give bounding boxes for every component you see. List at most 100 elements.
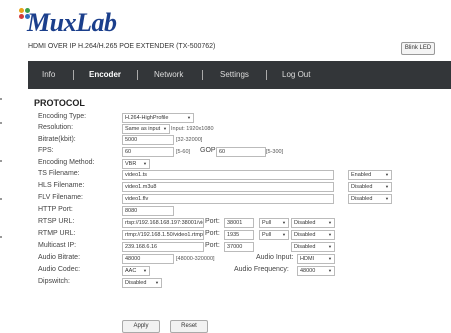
nav-separator [137,70,138,80]
nav-encoder[interactable]: Encoder [89,61,121,89]
chevron-down-icon: ▼ [328,220,332,225]
chevron-down-icon: ▼ [282,220,286,225]
audio-bitrate-label: Audio Bitrate: [38,254,81,261]
bitrate-label: Bitrate(kbit): [38,136,76,143]
ts-filename-input[interactable]: video1.ts [122,170,334,180]
audio-bitrate-range: [48000-320000] [176,256,215,262]
rtmp-url-input[interactable]: rtmp://192.168.1.50/video1.rtmp [122,230,204,240]
chevron-down-icon: ▼ [385,196,389,201]
nav-network[interactable]: Network [154,61,183,89]
rtmp-port-label: Port: [205,230,220,237]
rtmp-status-value: Disabled [294,232,316,238]
ts-status-select[interactable]: Enabled ▼ [348,170,392,180]
fps-input[interactable]: 60 [122,147,174,157]
resolution-label: Resolution: [38,124,74,131]
audio-input-label: Audio Input: [256,254,294,261]
ts-filename-label: TS Filename: [38,170,80,177]
hls-filename-input[interactable]: video1.m3u8 [122,182,334,192]
chevron-down-icon: ▼ [328,256,332,261]
section-title: PROTOCOL [34,98,85,108]
nav-settings[interactable]: Settings [220,61,249,89]
flv-filename-label: FLV Filename: [38,194,83,201]
dipswitch-label: Dipswitch: [38,278,70,285]
resolution-select[interactable]: Same as input ▼ [122,124,170,134]
chevron-down-icon: ▼ [328,232,332,237]
hls-filename-label: HLS Filename: [38,182,85,189]
dipswitch-value: Disabled [125,280,147,286]
nav-separator [202,70,203,80]
rtsp-status-select[interactable]: Disabled ▼ [291,218,335,228]
blink-led-button[interactable]: Blink LED [401,42,435,55]
ts-status-value: Enabled [351,172,372,178]
rtsp-url-label: RTSP URL: [38,218,75,225]
rtmp-port-input[interactable]: 1935 [224,230,254,240]
multicast-port-input[interactable]: 37000 [224,242,254,252]
rtsp-port-input[interactable]: 38001 [224,218,254,228]
encoding-method-select[interactable]: VBR ▼ [122,159,150,169]
edge-dot [0,160,2,162]
nav-separator [266,70,267,80]
edge-dot [0,198,2,200]
flv-status-value: Disabled [351,196,373,202]
gop-range: [5-300] [266,149,284,155]
device-subtitle: HDMI OVER IP H.264/H.265 POE EXTENDER (T… [28,43,216,50]
encoding-method-label: Encoding Method: [38,159,95,166]
rtsp-status-value: Disabled [294,220,316,226]
chevron-down-icon: ▼ [328,268,332,273]
chevron-down-icon: ▼ [143,161,147,166]
chevron-down-icon: ▼ [143,268,147,273]
rtsp-url-input[interactable]: rtsp://192.168.168.197:38001/vide [122,218,204,228]
chevron-down-icon: ▼ [163,126,167,131]
encoding-type-value: H.264-HighProfile [125,115,169,121]
resolution-value: Same as input [125,126,161,132]
bitrate-input[interactable]: 5000 [122,135,174,145]
hls-status-value: Disabled [351,184,373,190]
rtmp-status-select[interactable]: Disabled ▼ [291,230,335,240]
chevron-down-icon: ▼ [187,115,191,120]
flv-filename-input[interactable]: video1.flv [122,194,334,204]
chevron-down-icon: ▼ [282,232,286,237]
nav-separator [73,70,74,80]
audio-codec-select[interactable]: AAC ▼ [122,266,150,276]
audio-bitrate-input[interactable]: 48000 [122,254,174,264]
fps-label: FPS: [38,147,54,154]
rtmp-url-label: RTMP URL: [38,230,76,237]
multicast-status-value: Disabled [294,244,316,250]
audio-input-select[interactable]: HDMI ▼ [297,254,335,264]
rtmp-mode-value: Pull [262,232,272,238]
nav-info[interactable]: Info [42,61,55,89]
dipswitch-select[interactable]: Disabled ▼ [122,278,162,288]
main-nav: Info Encoder Network Settings Log Out [28,61,451,89]
multicast-ip-input[interactable]: 239.168.6.16 [122,242,204,252]
chevron-down-icon: ▼ [385,172,389,177]
header: MuxLab HDMI OVER IP H.264/H.265 POE EXTE… [0,0,451,58]
flv-status-select[interactable]: Disabled ▼ [348,194,392,204]
rtsp-mode-value: Pull [262,220,272,226]
multicast-status-select[interactable]: Disabled ▼ [291,242,335,252]
nav-logout[interactable]: Log Out [282,61,310,89]
encoding-type-select[interactable]: H.264-HighProfile ▼ [122,113,194,123]
resolution-input-note: Input: 1920x1080 [171,126,214,132]
bitrate-range: [32-32000] [176,137,203,143]
edge-dot [0,122,2,124]
rtsp-port-label: Port: [205,218,220,225]
chevron-down-icon: ▼ [385,184,389,189]
brand-logo: MuxLab [27,8,117,37]
chevron-down-icon: ▼ [328,244,332,249]
encoding-type-label: Encoding Type: [38,113,87,120]
chevron-down-icon: ▼ [155,280,159,285]
audio-frequency-value: 48000 [300,268,316,274]
reset-button[interactable]: Reset [170,320,208,333]
multicast-port-label: Port: [205,242,220,249]
apply-button[interactable]: Apply [122,320,160,333]
edge-dot [0,98,2,100]
rtsp-mode-select[interactable]: Pull ▼ [259,218,289,228]
audio-codec-value: AAC [125,268,137,274]
http-port-input[interactable]: 8080 [122,206,174,216]
http-port-label: HTTP Port: [38,206,73,213]
gop-input[interactable]: 60 [216,147,266,157]
hls-status-select[interactable]: Disabled ▼ [348,182,392,192]
audio-frequency-select[interactable]: 48000 ▼ [297,266,335,276]
rtmp-mode-select[interactable]: Pull ▼ [259,230,289,240]
audio-input-value: HDMI [300,256,315,262]
